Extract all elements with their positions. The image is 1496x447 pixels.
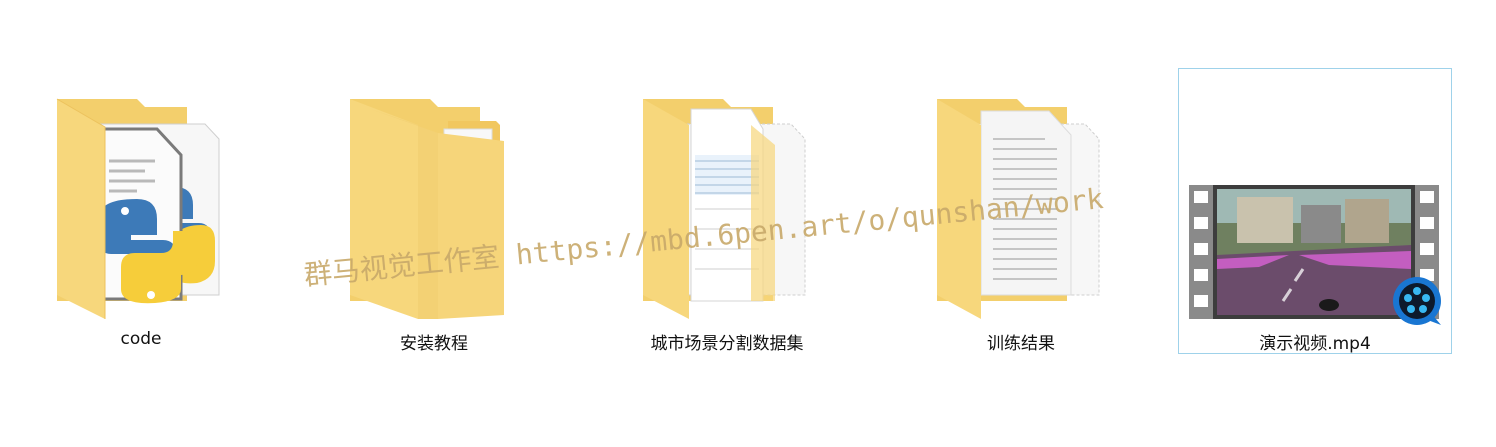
- text-folder-icon: [885, 69, 1157, 325]
- folder-code[interactable]: code: [4, 68, 278, 354]
- folder-install-tutorial[interactable]: 安装教程: [297, 68, 571, 354]
- item-label: 城市场景分割数据集: [650, 334, 804, 354]
- item-label: 安装教程: [400, 334, 468, 354]
- document-folder-icon: [298, 69, 570, 325]
- python-folder-icon: [5, 69, 277, 325]
- item-label: code: [120, 329, 162, 349]
- dataset-folder-icon: [591, 69, 863, 325]
- folder-city-dataset[interactable]: 城市场景分割数据集: [590, 68, 864, 354]
- folder-training-results[interactable]: 训练结果: [884, 68, 1158, 354]
- video-file-icon: [1179, 69, 1451, 325]
- item-label: 训练结果: [987, 334, 1055, 354]
- item-label: 演示视频.mp4: [1259, 334, 1371, 354]
- file-demo-video[interactable]: 演示视频.mp4: [1178, 68, 1452, 354]
